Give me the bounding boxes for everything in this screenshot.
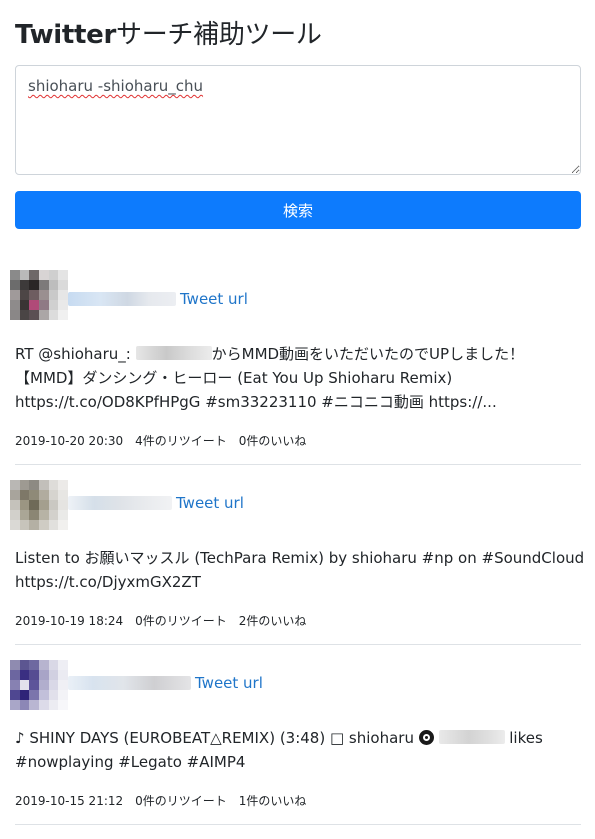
- tweet-meta: 2019-10-15 21:12 0件のリツイート 1件のいいね: [15, 792, 318, 809]
- tweet-meta: 2019-10-19 18:24 0件のリツイート 2件のいいね: [15, 612, 318, 629]
- page-title-rest: サーチ補助ツール: [116, 20, 322, 50]
- tweet-url-link[interactable]: Tweet url: [176, 494, 244, 512]
- tweet-author-row: Tweet url: [68, 674, 263, 692]
- tweet-text-line1-start: RT @shioharu_:: [15, 345, 136, 363]
- divider: [15, 644, 581, 645]
- tweet-text-line3: https://t.co/OD8KPfHPgG #sm33223110 #ニコニ…: [15, 393, 497, 411]
- tweet-text-line1-end: likes: [504, 729, 543, 747]
- tweet-text: ♪ SHINY DAYS (EUROBEAT△REMIX) (3:48) □ s…: [15, 726, 581, 774]
- tweet-retweet-count: 4件のリツイート: [135, 434, 227, 448]
- search-button[interactable]: 検索: [15, 191, 581, 229]
- avatar: [10, 480, 68, 530]
- avatar: [10, 270, 68, 320]
- blurred-username-inline: [438, 730, 505, 744]
- search-query-textarea[interactable]: shioharu -shioharu_chu: [15, 65, 581, 175]
- tweet-text-line2: #nowplaying #Legato #AIMP4: [15, 753, 246, 771]
- blurred-username: [68, 292, 176, 306]
- tweet-retweet-count: 0件のリツイート: [135, 614, 227, 628]
- tweet-like-count: 1件のいいね: [238, 794, 307, 808]
- tweet-url-link[interactable]: Tweet url: [180, 290, 248, 308]
- tweet-text-line1-end: からMMD動画をいただいたのでUPしました！: [211, 345, 525, 363]
- tweet-author-row: Tweet url: [68, 494, 244, 512]
- tweet-text: RT @shioharu_: からMMD動画をいただいたのでUPしました！ 【MM…: [15, 342, 581, 414]
- tweet-author-row: Tweet url: [68, 290, 248, 308]
- music-disc-icon: [418, 730, 434, 745]
- page-title-brand: Twitter: [15, 20, 117, 50]
- tweet-url-link[interactable]: Tweet url: [195, 674, 263, 692]
- divider: [15, 464, 581, 465]
- tweet-datetime: 2019-10-20 20:30: [15, 434, 124, 448]
- avatar: [10, 660, 68, 710]
- tweet-like-count: 2件のいいね: [238, 614, 307, 628]
- tweet-text-line2: https://t.co/DjyxmGX2ZT: [15, 573, 201, 591]
- blurred-username: [68, 496, 172, 510]
- tweet-retweet-count: 0件のリツイート: [135, 794, 227, 808]
- tweet-text-line2: 【MMD】ダンシング・ヒーロー (Eat You Up Shioharu Rem…: [15, 369, 453, 387]
- blurred-username: [68, 676, 191, 690]
- tweet-datetime: 2019-10-19 18:24: [15, 614, 124, 628]
- tweet-text-line1: Listen to お願いマッスル (TechPara Remix) by sh…: [15, 549, 585, 567]
- tweet-datetime: 2019-10-15 21:12: [15, 794, 124, 808]
- page-title: Twitterサーチ補助ツール: [15, 14, 322, 51]
- tweet-text: Listen to お願いマッスル (TechPara Remix) by sh…: [15, 546, 585, 594]
- blurred-mention: [135, 346, 212, 360]
- divider: [15, 824, 581, 825]
- tweet-like-count: 0件のいいね: [238, 434, 307, 448]
- tweet-meta: 2019-10-20 20:30 4件のリツイート 0件のいいね: [15, 432, 318, 449]
- tweet-text-line1-start: ♪ SHINY DAYS (EUROBEAT△REMIX) (3:48) □ s…: [15, 729, 419, 747]
